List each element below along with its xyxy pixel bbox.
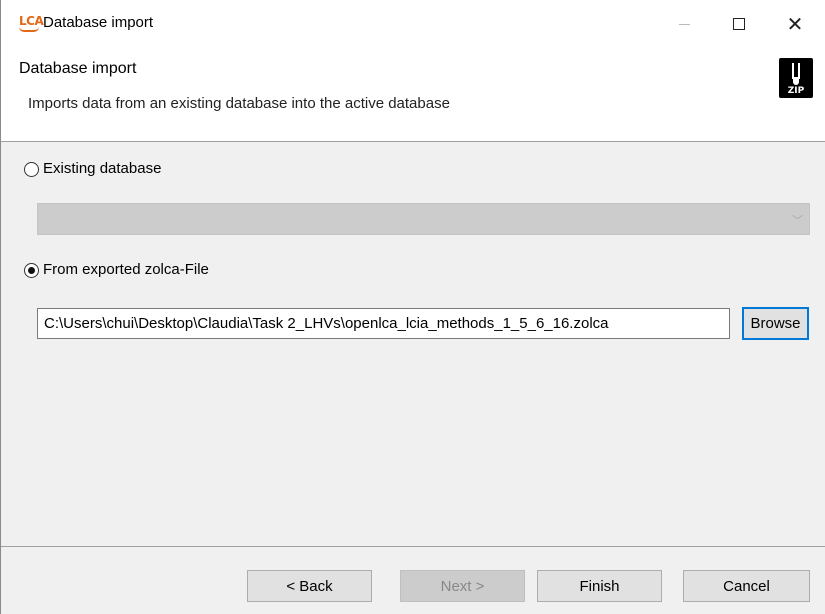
wizard-footer: < Back Next > Finish Cancel (1, 546, 825, 614)
existing-database-radio[interactable] (24, 162, 39, 177)
existing-database-select[interactable]: ﹀ (37, 203, 810, 235)
zip-icon-label: ZIP (787, 86, 805, 96)
window-title: Database import (43, 14, 154, 31)
next-button[interactable]: Next > (400, 570, 525, 602)
finish-button[interactable]: Finish (537, 570, 662, 602)
zipper-icon (792, 63, 800, 85)
maximize-icon (733, 18, 745, 30)
wizard-header: Database import Imports data from an exi… (1, 50, 825, 142)
minimize-icon (678, 23, 690, 25)
exported-file-radio[interactable] (24, 263, 39, 278)
browse-button[interactable]: Browse (742, 307, 809, 340)
lca-app-icon: LCA (19, 14, 44, 32)
file-path-input[interactable] (37, 308, 730, 339)
maximize-button[interactable] (716, 6, 762, 42)
close-icon: ✕ (786, 13, 804, 36)
database-import-dialog: LCA Database import ✕ Database import Im… (0, 0, 825, 614)
title-bar: LCA Database import ✕ (1, 0, 825, 50)
cancel-button[interactable]: Cancel (683, 570, 810, 602)
page-description: Imports data from an existing database i… (28, 95, 450, 112)
page-title: Database import (19, 60, 137, 77)
close-button[interactable]: ✕ (772, 6, 818, 42)
zip-file-icon: ZIP (779, 58, 813, 98)
exported-file-label[interactable]: From exported zolca-File (43, 261, 209, 278)
minimize-button[interactable] (661, 6, 707, 42)
back-button[interactable]: < Back (247, 570, 372, 602)
existing-database-label[interactable]: Existing database (43, 160, 161, 177)
chevron-down-icon: ﹀ (792, 215, 803, 227)
